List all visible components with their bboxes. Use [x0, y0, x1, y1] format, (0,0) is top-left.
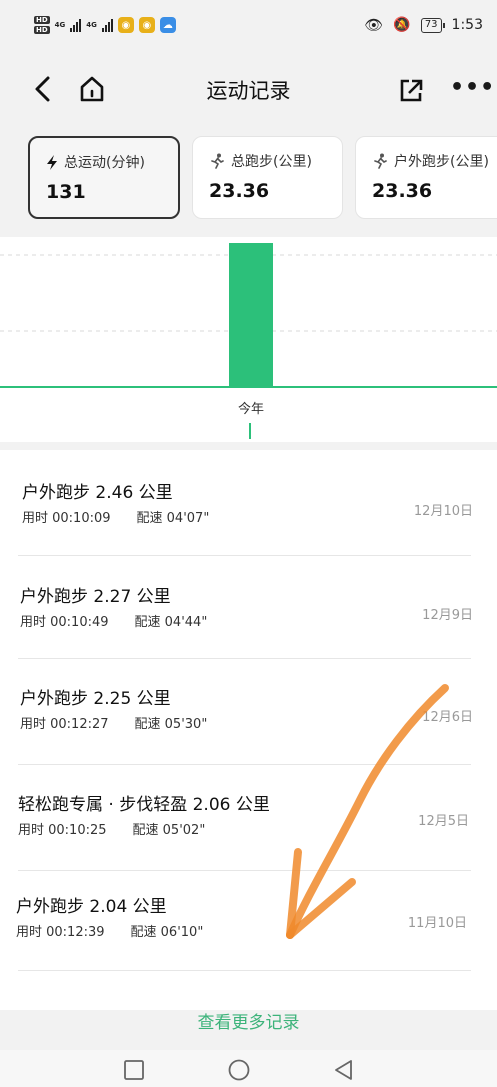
chart-bar[interactable] [229, 243, 273, 387]
net1-label: 4G [54, 21, 66, 29]
weibo-icon: ◉ [138, 17, 155, 33]
record-list: 户外跑步 2.46 公里 用时 00:10:09 配速 04'07" 12月10日… [0, 450, 497, 1010]
divider [18, 870, 471, 871]
share-icon[interactable] [398, 76, 424, 104]
hd2-badge: HD [34, 26, 50, 34]
runner-icon [211, 153, 224, 169]
mute-icon: 🔕 [393, 17, 411, 33]
stat-label: 总运动(分钟) [46, 152, 162, 172]
home-nav-icon[interactable] [227, 1058, 251, 1082]
list-item[interactable]: 户外跑步 2.27 公里 用时 00:10:49 配速 04'44" 12月9日 [0, 556, 497, 660]
signal-icon [70, 18, 82, 32]
net2-label: 4G [86, 21, 97, 29]
record-pace: 配速 05'02" [132, 823, 206, 838]
exercise-chart: 今年 [0, 237, 497, 442]
record-meta: 用时 00:12:39 配速 06'10" [16, 921, 203, 940]
stat-card-outdoor-running[interactable]: 户外跑步(公里) 23.36 [355, 136, 497, 219]
cloud-icon: ☁ [159, 17, 176, 33]
recent-apps-icon[interactable] [122, 1058, 146, 1082]
stat-label-text: 总运动(分钟) [64, 155, 145, 171]
x-tick-label: 今年 [238, 401, 264, 417]
divider [18, 764, 471, 765]
signal-icon [101, 18, 113, 32]
weibo-icon: ◉ [117, 17, 134, 33]
list-item[interactable]: 轻松跑专属 · 步伐轻盈 2.06 公里 用时 00:10:25 配速 05'02… [0, 766, 497, 870]
back-icon[interactable] [30, 74, 56, 104]
record-date: 12月10日 [413, 504, 473, 519]
runner-icon [374, 153, 387, 169]
stat-cards: 总运动(分钟) 131 总跑步(公里) 23.36 户外跑步(公里) 23.36 [28, 136, 497, 220]
app-header: 运动记录 ••• [0, 60, 497, 120]
record-meta: 用时 00:10:09 配速 04'07" [22, 507, 209, 526]
record-pace: 配速 04'07" [136, 511, 210, 526]
record-title: 户外跑步 2.27 公里 [20, 587, 171, 607]
more-options-icon[interactable]: ••• [450, 76, 494, 104]
page-title: 运动记录 [206, 79, 291, 103]
record-duration: 用时 00:10:25 [18, 823, 107, 838]
stat-label-text: 总跑步(公里) [231, 154, 312, 170]
system-nav-bar [0, 1050, 497, 1087]
back-nav-icon[interactable] [332, 1058, 356, 1082]
record-meta: 用时 00:12:27 配速 05'30" [20, 713, 207, 732]
record-duration: 用时 00:10:09 [22, 511, 111, 526]
stat-label: 总跑步(公里) [209, 151, 326, 171]
record-duration: 用时 00:12:27 [20, 717, 109, 732]
record-duration: 用时 00:12:39 [16, 925, 105, 940]
chart-svg: 今年 [0, 243, 497, 439]
eye-icon: 👁 [364, 16, 384, 34]
view-more-records-link[interactable]: 查看更多记录 [0, 1008, 497, 1033]
battery-icon: 73 [420, 17, 445, 33]
record-title: 户外跑步 2.04 公里 [16, 897, 167, 917]
list-item[interactable]: 户外跑步 2.04 公里 用时 00:12:39 配速 06'10" 11月10日 [0, 872, 497, 976]
stat-label-text: 户外跑步(公里) [394, 154, 489, 170]
lightning-icon [47, 154, 57, 170]
stat-value: 23.36 [209, 180, 270, 202]
record-date: 12月5日 [418, 814, 469, 829]
stat-card-total-running[interactable]: 总跑步(公里) 23.36 [192, 136, 343, 219]
home-icon[interactable] [78, 74, 106, 104]
clock: 1:53 [451, 17, 483, 33]
divider [18, 970, 471, 971]
record-pace: 配速 04'44" [134, 615, 208, 630]
record-meta: 用时 00:10:25 配速 05'02" [18, 819, 205, 838]
stat-label: 户外跑步(公里) [372, 151, 497, 171]
record-date: 12月6日 [422, 710, 473, 725]
list-item[interactable]: 户外跑步 2.25 公里 用时 00:12:27 配速 05'30" 12月6日 [0, 660, 497, 764]
record-title: 户外跑步 2.46 公里 [22, 483, 173, 503]
record-date: 11月10日 [407, 916, 467, 931]
status-bar: HD HD 4G 4G ◉ ◉ ☁ 👁 🔕 73 1:53 [0, 0, 497, 50]
hd1-badge: HD [34, 16, 50, 24]
divider [18, 658, 471, 659]
hd-indicator: HD HD [34, 15, 50, 35]
stat-value: 23.36 [372, 180, 433, 202]
record-meta: 用时 00:10:49 配速 04'44" [20, 611, 207, 630]
record-pace: 配速 06'10" [130, 925, 204, 940]
status-right: 👁 🔕 73 1:53 [364, 16, 483, 34]
record-title: 户外跑步 2.25 公里 [20, 689, 171, 709]
stat-value: 131 [46, 181, 86, 203]
record-title: 轻松跑专属 · 步伐轻盈 2.06 公里 [18, 795, 270, 815]
record-pace: 配速 05'30" [134, 717, 208, 732]
list-item[interactable]: 户外跑步 2.46 公里 用时 00:10:09 配速 04'07" 12月10日 [0, 450, 497, 554]
record-duration: 用时 00:10:49 [20, 615, 109, 630]
status-left: HD HD 4G 4G ◉ ◉ ☁ [34, 15, 176, 35]
stat-card-total-exercise[interactable]: 总运动(分钟) 131 [28, 136, 180, 219]
record-date: 12月9日 [422, 608, 473, 623]
